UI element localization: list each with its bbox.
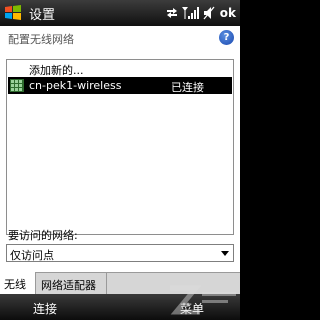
windows-start-icon[interactable] (3, 3, 23, 23)
access-networks-select[interactable]: 仅访问点 (6, 244, 234, 262)
tab-wireless[interactable]: 无线 (0, 272, 36, 295)
page-heading: 配置无线网络 (8, 33, 74, 46)
softkey-bar: 连接 菜单 (0, 285, 240, 320)
connectivity-icon[interactable] (165, 6, 179, 20)
access-networks-label: 要访问的网络: (8, 229, 78, 242)
connect-softkey[interactable]: 连接 (33, 300, 57, 317)
network-name: cn-pek1-wireless (29, 79, 122, 92)
title-bar: 设置 ok (0, 0, 240, 26)
chevron-down-icon[interactable] (221, 251, 229, 256)
help-icon[interactable]: ? (219, 30, 234, 45)
network-status: 已连接 (171, 81, 204, 94)
network-list-item[interactable]: cn-pek1-wireless 已连接 (8, 77, 232, 94)
tab-network-adapters[interactable]: 网络适配器 (37, 273, 107, 295)
status-area: ok (165, 4, 236, 22)
volume-icon[interactable] (203, 6, 215, 20)
add-new-network-item[interactable]: 添加新的... (29, 62, 84, 78)
network-list[interactable]: 添加新的... cn-pek1-wireless 已连接 (6, 59, 234, 235)
watermark-logo (170, 285, 236, 315)
window-title: 设置 (29, 8, 56, 23)
wireless-network-icon (10, 79, 24, 92)
ok-button[interactable]: ok (220, 6, 236, 20)
signal-strength-icon[interactable] (181, 6, 200, 20)
access-networks-value: 仅访问点 (10, 249, 54, 262)
settings-content: 配置无线网络 ? 添加新的... cn-pek1-wireless 已连接 要访… (0, 26, 240, 272)
